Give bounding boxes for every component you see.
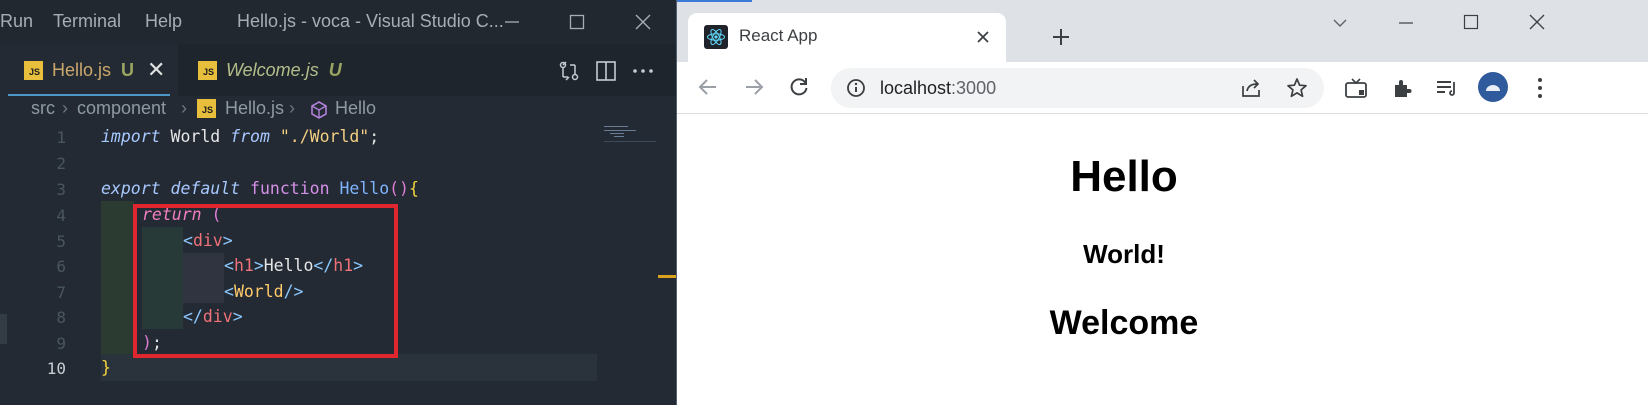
- code-editor[interactable]: 1 2 3 4 5 6 7 8 9 10 import World from "…: [0, 124, 676, 405]
- vscode-titlebar: Run Terminal Help Hello.js - voca - Visu…: [0, 0, 676, 44]
- reading-list-icon[interactable]: [1434, 75, 1460, 101]
- back-icon[interactable]: [696, 75, 720, 99]
- close-tab-icon[interactable]: [974, 28, 992, 51]
- source-control-compare-icon[interactable]: [555, 58, 583, 84]
- current-line-highlight: [101, 354, 597, 381]
- js-file-icon: JS: [24, 60, 43, 80]
- breadcrumb-symbol[interactable]: Hello: [335, 98, 376, 119]
- code-line-1: import World from "./World";: [101, 127, 380, 146]
- untracked-badge: U: [121, 59, 135, 80]
- window-title: Hello.js - voca - Visual Studio C...: [237, 11, 504, 31]
- share-icon[interactable]: [1240, 77, 1262, 104]
- tab-title: React App: [739, 26, 818, 45]
- cast-icon[interactable]: [1343, 75, 1369, 101]
- chevron-right-icon: ›: [289, 98, 295, 118]
- line-number: 3: [56, 180, 66, 199]
- page-heading-welcome: Welcome: [1049, 304, 1199, 342]
- profile-avatar[interactable]: [1478, 72, 1508, 102]
- js-file-icon: JS: [197, 99, 216, 118]
- tab-label: Hello.js: [52, 59, 112, 80]
- minimize-icon[interactable]: [492, 6, 532, 38]
- symbol-method-icon: [309, 100, 329, 125]
- site-info-icon[interactable]: [846, 78, 866, 103]
- url-text: localhost:3000: [880, 78, 996, 99]
- chrome-window: React App localhost:3000 Hello World! We…: [677, 0, 1648, 405]
- more-menu-icon[interactable]: [1528, 75, 1552, 101]
- breadcrumb: src › component › JS Hello.js › Hello: [0, 96, 676, 124]
- minimize-icon[interactable]: [1398, 16, 1414, 34]
- line-number: 6: [56, 257, 66, 276]
- breadcrumb-component[interactable]: component: [77, 98, 166, 119]
- tab-search-icon[interactable]: [1332, 16, 1348, 34]
- react-logo-icon: [704, 25, 728, 49]
- close-tab-icon[interactable]: ✕: [147, 57, 165, 83]
- bookmark-star-icon[interactable]: [1286, 77, 1308, 104]
- code-line-3: export default function Hello(){: [101, 179, 419, 198]
- line-number: 5: [56, 232, 66, 251]
- url-port: :3000: [951, 78, 997, 98]
- line-number: 4: [56, 206, 66, 225]
- browser-tab[interactable]: React App: [688, 13, 1006, 62]
- vscode-window: Run Terminal Help Hello.js - voca - Visu…: [0, 0, 676, 405]
- browser-toolbar: localhost:3000: [677, 62, 1648, 114]
- close-window-icon[interactable]: [1529, 14, 1545, 35]
- chevron-right-icon: ›: [62, 98, 68, 118]
- tab-hello-js[interactable]: JS Hello.js U ✕: [0, 44, 178, 96]
- tab-welcome-js[interactable]: JS Welcome.js U: [178, 44, 358, 96]
- js-file-icon: JS: [198, 60, 217, 80]
- menu-terminal[interactable]: Terminal: [53, 11, 121, 32]
- breadcrumb-file[interactable]: Hello.js: [225, 98, 284, 119]
- close-window-icon[interactable]: [623, 6, 663, 38]
- untracked-badge: U: [328, 59, 342, 80]
- indent-guide: [101, 201, 134, 354]
- line-number: 8: [56, 308, 66, 327]
- menu-run[interactable]: Run: [0, 11, 33, 32]
- line-number: 7: [56, 283, 66, 302]
- maximize-icon[interactable]: [1463, 14, 1479, 35]
- line-number: 1: [56, 128, 66, 147]
- tab-label: Welcome.js: [226, 59, 319, 80]
- menu-help[interactable]: Help: [145, 11, 182, 32]
- new-tab-icon[interactable]: [1051, 27, 1071, 52]
- breadcrumb-src[interactable]: src: [31, 98, 55, 119]
- reload-icon[interactable]: [787, 75, 811, 99]
- line-number: 2: [56, 154, 66, 173]
- address-bar[interactable]: localhost:3000: [831, 68, 1324, 108]
- scrollbar-marker: [658, 275, 676, 278]
- page-heading-hello: Hello: [1070, 152, 1178, 201]
- tab-strip: React App: [677, 0, 1648, 62]
- minimap[interactable]: [604, 124, 656, 144]
- split-editor-icon[interactable]: [592, 58, 620, 84]
- forward-icon[interactable]: [742, 75, 766, 99]
- chevron-right-icon: ›: [181, 98, 187, 118]
- page-viewport: Hello World! Welcome: [677, 114, 1648, 405]
- line-number: 10: [46, 359, 66, 378]
- maximize-icon[interactable]: [557, 6, 597, 38]
- top-accent: [677, 0, 752, 2]
- more-actions-icon[interactable]: [629, 58, 657, 84]
- page-heading-world: World!: [1083, 239, 1165, 269]
- code-line-10: }: [101, 358, 111, 377]
- extensions-icon[interactable]: [1389, 75, 1415, 101]
- line-number: 9: [56, 334, 66, 353]
- highlight-box: [133, 204, 398, 358]
- url-host: localhost: [880, 78, 952, 98]
